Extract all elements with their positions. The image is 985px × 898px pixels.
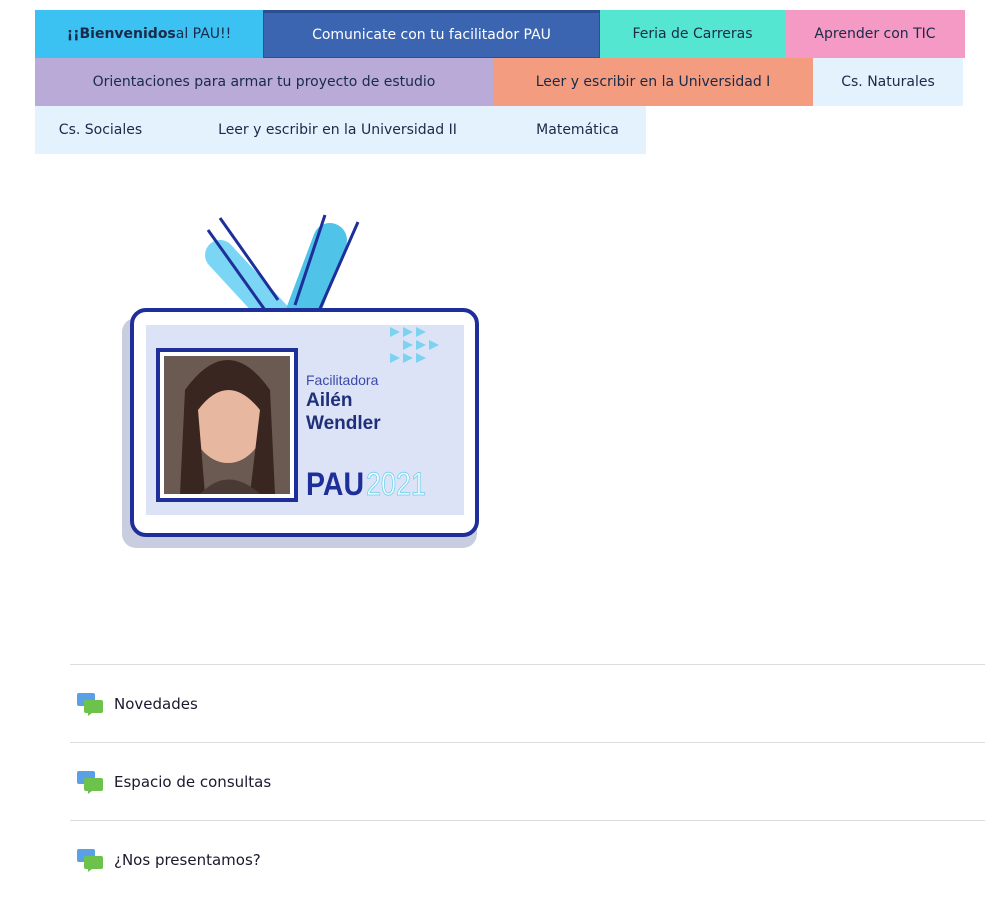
activity-label: Espacio de consultas (114, 772, 272, 791)
tab-label: Cs. Naturales (841, 74, 935, 90)
activity-item-nos-presentamos[interactable]: ¿Nos presentamos? (70, 820, 985, 898)
tab-label: Cs. Sociales (58, 122, 143, 138)
tab-row1-2[interactable]: Feria de Carreras (600, 10, 785, 58)
tab-row2-0[interactable]: Orientaciones para armar tu proyecto de … (35, 58, 493, 106)
badge-role: Facilitadora (306, 372, 379, 388)
tab-row1-0[interactable]: ¡¡Bienvenidos al PAU!! (35, 10, 263, 58)
tab-row3-1[interactable]: Leer y escribir en la Universidad II (166, 106, 509, 154)
course-tabs: ¡¡Bienvenidos al PAU!! Comunicate con tu … (35, 10, 965, 154)
tab-label: Matemática (536, 122, 619, 138)
tab-label: Orientaciones para armar tu proyecto de … (92, 74, 436, 90)
activity-item-espacio-consultas[interactable]: Espacio de consultas (70, 742, 985, 820)
facilitator-badge: Facilitadora Ailén Wendler PAU 2021 (110, 210, 490, 555)
tab-label: Feria de Carreras (632, 26, 753, 42)
badge-last-name: Wendler (306, 413, 381, 434)
tab-row3-0[interactable]: Cs. Sociales (35, 106, 166, 154)
forum-icon (77, 692, 103, 716)
badge-program: PAU (306, 466, 364, 502)
id-card-illustration: Facilitadora Ailén Wendler PAU 2021 (122, 214, 479, 548)
tab-label: Leer y escribir en la Universidad II (218, 122, 457, 138)
activity-item-novedades[interactable]: Novedades (70, 664, 985, 742)
badge-year: 2021 (366, 466, 426, 502)
forum-icon (77, 770, 103, 794)
tab-row2-2[interactable]: Cs. Naturales (813, 58, 963, 106)
tab-label-rest: al PAU!! (175, 26, 232, 42)
activity-label: ¿Nos presentamos? (114, 850, 261, 869)
badge-first-name: Ailén (306, 390, 352, 411)
activity-list: Novedades Espacio de consultas ¿Nos pres… (70, 664, 985, 898)
tab-label: Aprender con TIC (814, 26, 936, 42)
tab-row-3: Cs. Sociales Leer y escribir en la Univer… (35, 106, 965, 154)
tab-row1-3[interactable]: Aprender con TIC (785, 10, 965, 58)
tab-row-2: Orientaciones para armar tu proyecto de … (35, 58, 965, 106)
activity-label: Novedades (114, 694, 198, 713)
tab-label-bold: ¡¡Bienvenidos (66, 26, 176, 42)
forum-icon (77, 848, 103, 872)
tab-row1-1[interactable]: Comunicate con tu facilitador PAU (263, 10, 600, 58)
tab-row3-2[interactable]: Matemática (509, 106, 646, 154)
tab-label: Leer y escribir en la Universidad I (535, 74, 771, 90)
tab-label: Comunicate con tu facilitador PAU (312, 27, 551, 43)
tab-row-1: ¡¡Bienvenidos al PAU!! Comunicate con tu … (35, 10, 965, 58)
tab-row2-1[interactable]: Leer y escribir en la Universidad I (493, 58, 813, 106)
